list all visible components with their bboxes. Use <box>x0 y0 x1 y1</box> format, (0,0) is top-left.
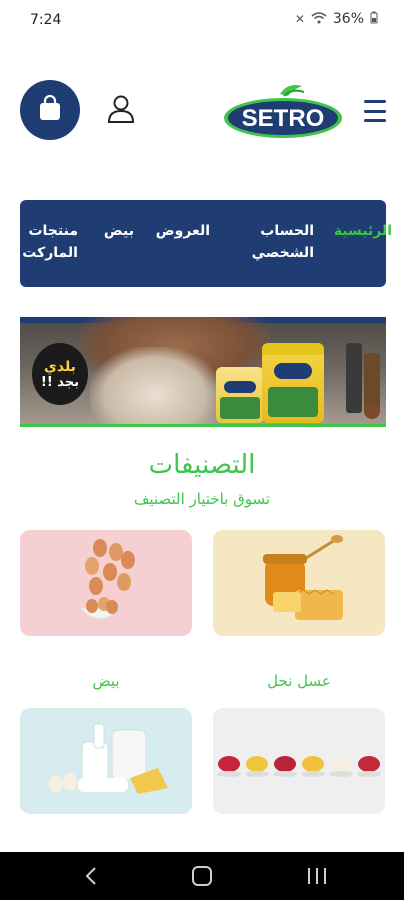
badge-line-2: بجد !! <box>40 374 80 390</box>
badge-line-1: بلدي <box>44 358 76 375</box>
app-header: SETRO <box>0 70 404 150</box>
battery-percent: 36% <box>332 11 364 27</box>
battery-icon <box>370 11 378 27</box>
wifi-icon <box>311 11 327 27</box>
user-icon <box>105 93 137 129</box>
dairy-image <box>20 723 192 814</box>
cart-button[interactable] <box>20 80 80 140</box>
categories-title: التصنيفات <box>148 450 256 480</box>
nav-item-account[interactable]: الحساب الشخصي <box>234 220 314 264</box>
nav-item-offers[interactable]: العروض <box>150 220 210 242</box>
account-button[interactable] <box>100 90 142 132</box>
status-time: 7:24 <box>30 12 62 28</box>
banner-side-products <box>342 333 382 423</box>
eggs-image <box>20 539 192 636</box>
main-nav: الرئيسية الحساب الشخصي العروض بيض منتجات… <box>20 200 392 287</box>
mute-icon: ✕ <box>294 12 305 26</box>
small-jar-image <box>216 367 264 423</box>
nav-item-eggs[interactable]: بيض <box>100 220 134 242</box>
dough-image <box>90 347 220 427</box>
brand-logo[interactable]: SETRO <box>222 82 344 140</box>
promo-banner[interactable]: بلدي بجد !! <box>20 317 386 427</box>
spoons-image <box>213 756 385 814</box>
category-card-dairy[interactable] <box>20 708 192 814</box>
banner-bottom-strip <box>20 424 386 427</box>
category-label-eggs[interactable]: بيض <box>20 672 192 690</box>
recent-apps-icon[interactable] <box>308 868 326 884</box>
home-icon[interactable] <box>192 866 212 886</box>
shopping-bag-icon <box>35 93 65 127</box>
back-icon[interactable] <box>84 866 98 886</box>
hamburger-icon-bar <box>364 100 386 103</box>
category-card-spoons[interactable] <box>213 708 385 814</box>
menu-button[interactable] <box>360 98 390 124</box>
nav-item-market-products[interactable]: منتجات الماركت <box>22 220 78 264</box>
status-icons: ✕ 36% <box>295 11 378 27</box>
category-card-honey[interactable] <box>213 530 385 636</box>
nav-item-home[interactable]: الرئيسية <box>320 220 392 242</box>
hamburger-icon-bar <box>364 109 386 113</box>
status-bar: 7:24 ✕ 36% <box>0 0 404 40</box>
logo-text: SETRO <box>242 105 325 132</box>
categories-subtitle: تسوق باختيار التصنيف <box>133 490 271 508</box>
honey-image <box>213 535 385 636</box>
hamburger-icon-bar <box>364 119 386 122</box>
category-card-eggs[interactable] <box>20 530 192 636</box>
large-jar-image <box>262 343 324 423</box>
system-navigation-bar <box>0 852 404 900</box>
banner-badge: بلدي بجد !! <box>32 343 88 405</box>
category-label-honey[interactable]: عسل نحل <box>213 672 385 690</box>
